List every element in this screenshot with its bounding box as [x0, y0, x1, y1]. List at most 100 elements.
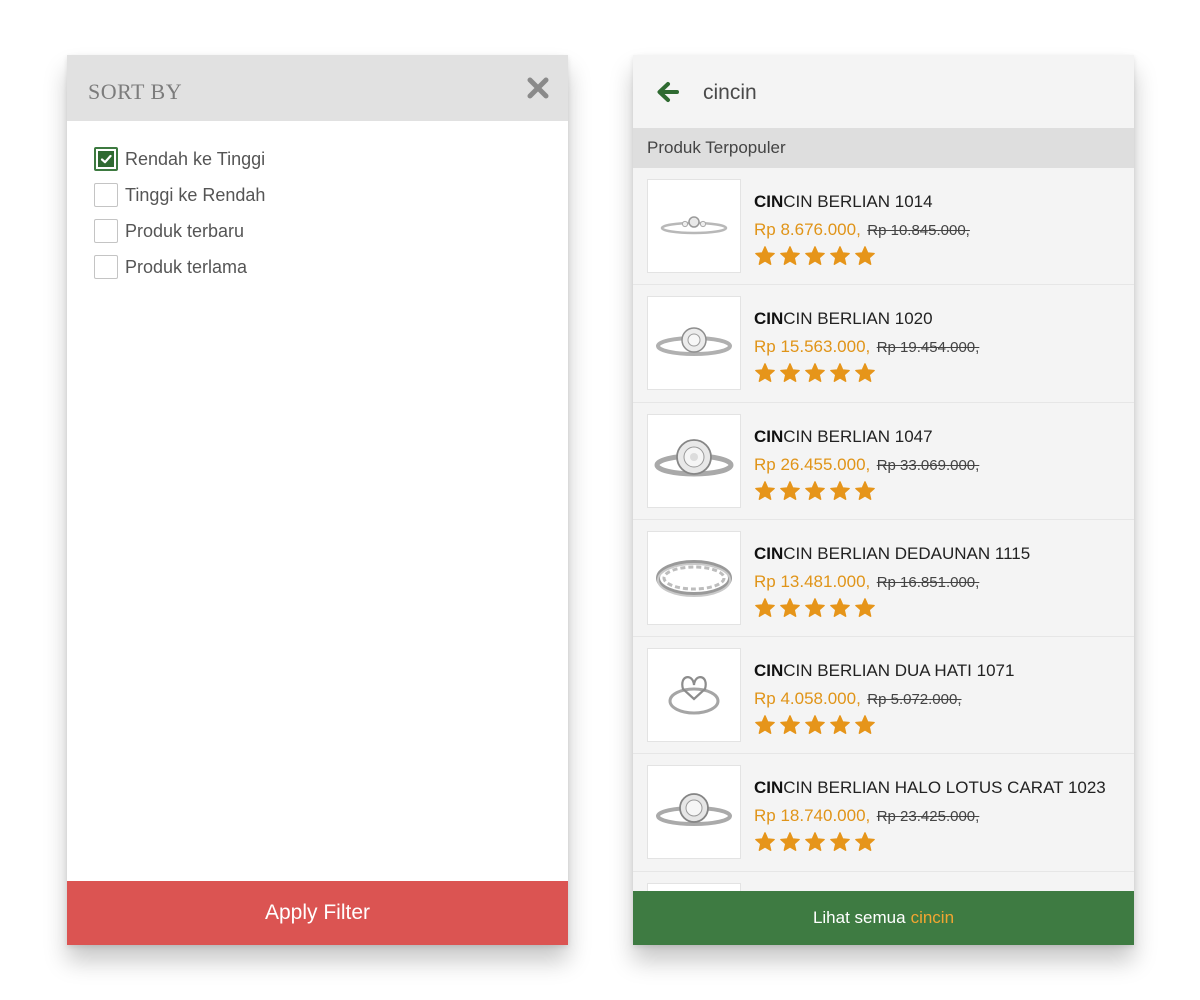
star-icon [830, 363, 850, 383]
product-old-price: Rp 33.069.000, [876, 456, 980, 474]
see-all-label: Lihat semua [812, 908, 906, 927]
star-icon [855, 246, 875, 265]
product-name: CINCIN BERLIAN 1047 [754, 427, 933, 447]
checkbox[interactable] [94, 255, 118, 279]
sort-option-high-to-low[interactable]: Tinggi ke Rendah [67, 177, 568, 213]
back-button[interactable] [655, 79, 681, 105]
price-row: Rp 8.676.000, Rp 10.845.000, [754, 220, 970, 240]
checkbox[interactable] [94, 219, 118, 243]
sort-option-label: Tinggi ke Rendah [125, 184, 266, 205]
apply-filter-button[interactable]: Apply Filter [67, 881, 568, 945]
product-image [647, 648, 741, 743]
product-item[interactable]: CINCIN BERLIAN DUA HATI 1071 Rp 4.058.00… [633, 637, 1134, 755]
price-row: Rp 18.740.000, Rp 23.425.000, [754, 806, 979, 826]
product-price: Rp 13.481.000, [754, 571, 871, 591]
star-icon [780, 598, 800, 617]
product-price: Rp 4.058.000, [754, 689, 861, 709]
sort-option-label: Rendah ke Tinggi [125, 148, 266, 169]
product-name-rest: CIN BERLIAN 1047 [783, 426, 933, 446]
rating [754, 597, 876, 619]
product-old-price: Rp 16.851.000, [876, 573, 980, 591]
product-name: CINCIN BERLIAN 1014 [754, 192, 933, 212]
product-image [647, 179, 741, 273]
star-icon [805, 246, 825, 265]
product-name-rest: CIN BERLIAN DUA HATI 1071 [783, 661, 1015, 681]
sort-title: SORT BY [88, 79, 183, 104]
close-icon [527, 77, 549, 99]
star-icon [755, 832, 775, 852]
rating [754, 362, 876, 384]
product-old-price: Rp 19.454.000, [876, 339, 980, 357]
product-item[interactable]: CINCIN BERLIAN 1047 Rp 26.455.000, Rp 33… [633, 403, 1134, 520]
star-icon [805, 832, 825, 852]
close-button[interactable] [522, 72, 554, 104]
product-image [647, 413, 741, 508]
see-all-button[interactable]: Lihat semua cincin [633, 891, 1134, 945]
product-name: CINCIN BERLIAN 1020 [754, 309, 933, 329]
star-icon [830, 480, 850, 500]
checkbox[interactable] [94, 183, 118, 207]
price-row: Rp 4.058.000, Rp 5.072.000, [754, 689, 962, 709]
rating [754, 831, 876, 853]
star-icon [780, 363, 800, 383]
section-title: Produk Terpopuler [633, 128, 1134, 168]
product-item[interactable]: CINCIN BERLIAN 1020 Rp 15.563.000, Rp 19… [633, 285, 1134, 403]
product-name: CINCIN BERLIAN HALO LOTUS CARAT 1023 [754, 778, 1106, 798]
star-icon [780, 715, 800, 735]
product-item[interactable]: CINCIN BERLIAN DEDAUNAN 1115 Rp 13.481.0… [633, 520, 1134, 638]
product-item[interactable]: CINCIN BERLIAN HALO LOTUS CARAT 1023 Rp … [633, 754, 1134, 872]
arrow-left-icon [657, 82, 679, 102]
star-icon [855, 480, 875, 500]
star-icon [780, 480, 800, 500]
product-name: CINCIN BERLIAN DUA HATI 1071 [754, 661, 1014, 681]
star-icon [755, 598, 775, 617]
star-icon [805, 598, 825, 617]
star-icon [855, 598, 875, 617]
star-icon [755, 363, 775, 383]
star-icon [805, 480, 825, 500]
search-input[interactable] [703, 77, 1103, 109]
product-price: Rp 26.455.000, [754, 454, 871, 474]
star-icon [830, 598, 850, 617]
product-name-highlight: CIN [754, 543, 784, 563]
product-image [647, 296, 741, 391]
product-old-price: Rp 23.425.000, [876, 808, 980, 826]
sort-option-newest[interactable]: Produk terbaru [67, 213, 568, 249]
checkbox-checked[interactable] [94, 147, 118, 171]
star-icon [780, 832, 800, 852]
star-icon [855, 363, 875, 383]
product-name-highlight: CIN [754, 661, 784, 681]
product-name-highlight: CIN [754, 192, 784, 211]
price-row: Rp 26.455.000, Rp 33.069.000, [754, 455, 979, 475]
rating [754, 480, 876, 502]
price-row: Rp 13.481.000, Rp 16.851.000, [754, 572, 979, 592]
product-price: Rp 15.563.000, [754, 337, 871, 357]
star-icon [830, 715, 850, 735]
star-icon [755, 480, 775, 500]
rating [754, 714, 876, 736]
price-row: Rp 15.563.000, Rp 19.454.000, [754, 337, 979, 357]
product-name-highlight: CIN [754, 309, 784, 329]
sort-panel: SORT BY Rendah ke Tinggi Tinggi ke Renda… [67, 55, 568, 945]
product-name-highlight: CIN [754, 778, 784, 798]
see-all-term: cincin [910, 908, 955, 927]
product-old-price: Rp 5.072.000, [867, 691, 962, 709]
product-price: Rp 8.676.000, [754, 220, 861, 239]
rating [754, 245, 876, 267]
product-name-highlight: CIN [754, 426, 784, 446]
sort-option-label: Produk terbaru [125, 220, 245, 241]
star-icon [805, 363, 825, 383]
product-name-rest: CIN BERLIAN DEDAUNAN 1115 [783, 543, 1031, 563]
product-name-rest: CIN BERLIAN 1014 [783, 192, 933, 211]
sort-option-oldest[interactable]: Produk terlama [67, 249, 568, 285]
sort-option-low-to-high[interactable]: Rendah ke Tinggi [67, 141, 568, 177]
product-price: Rp 18.740.000, [754, 806, 871, 826]
star-icon [780, 246, 800, 265]
product-item[interactable]: CINCIN BERLIAN 1014 Rp 8.676.000, Rp 10.… [633, 168, 1134, 286]
sort-option-label: Produk terlama [125, 256, 248, 277]
product-image [647, 530, 741, 625]
search-header [633, 55, 1134, 128]
product-list: CINCIN BERLIAN 1014 Rp 8.676.000, Rp 10.… [633, 168, 1134, 945]
sort-header: SORT BY [67, 55, 568, 121]
sort-options: Rendah ke Tinggi Tinggi ke Rendah Produk… [67, 121, 568, 285]
